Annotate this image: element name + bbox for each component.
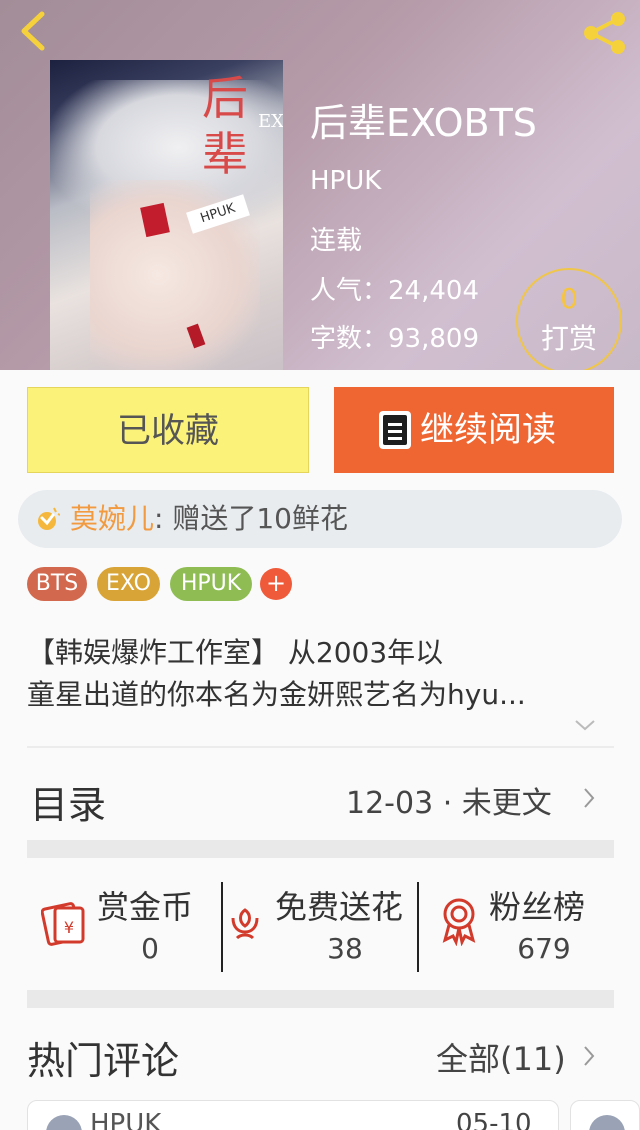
gift-user[interactable]: 莫婉儿 (70, 502, 154, 535)
chevron-right-icon (584, 1046, 595, 1066)
book-detail-content: 已收藏 继续阅读 莫婉儿: 赠送了10鲜花 BTS EXO HPUK + 【韩娱… (0, 370, 640, 1130)
stat-value: 38 (327, 932, 363, 965)
stat-value: 679 (517, 932, 571, 965)
cover-big-text: 后辈 (202, 71, 248, 181)
intro-line-2: 童星出道的你本名为金妍熙艺名为hyu... (27, 678, 526, 711)
red-envelope-icon: ¥ (41, 902, 85, 946)
comment-date: 05-10 (456, 1109, 532, 1130)
stat-fan-ranking[interactable]: 粉丝榜 679 (419, 862, 614, 982)
back-arrow-icon (21, 11, 45, 51)
gift-message: : 赠送了10鲜花 (154, 502, 348, 535)
collected-button[interactable]: 已收藏 (27, 387, 309, 473)
book-status: 连载 (310, 226, 363, 256)
medal-icon (442, 898, 476, 946)
stat-label: 粉丝榜 (489, 888, 586, 926)
reward-button[interactable]: 0 打赏 (516, 268, 622, 370)
add-tag-button[interactable]: + (260, 568, 292, 600)
intro-line-1: 【韩娱爆炸工作室】 从2003年以 (27, 636, 444, 669)
cover-letters: EXOBTS (258, 111, 283, 132)
svg-text:¥: ¥ (64, 918, 74, 937)
clap-icon (38, 507, 60, 530)
toc-update[interactable]: 12-03 · 未更文 (346, 778, 552, 822)
book-cover: 后辈 EXOBTS HPUK (50, 60, 283, 370)
book-popularity: 人气：24,404 (310, 270, 479, 307)
book-header: 后辈 EXOBTS HPUK 后辈EXOBTS HPUK 连载 人气：24,40… (0, 0, 640, 370)
reward-label: 打赏 (540, 322, 597, 355)
tag-hpuk[interactable]: HPUK (170, 567, 252, 601)
gift-notice[interactable]: 莫婉儿: 赠送了10鲜花 (18, 490, 622, 548)
tag-bts[interactable]: BTS (27, 567, 87, 601)
book-word-count: 字数：93,809 (310, 318, 479, 355)
words-label: 字数： (310, 324, 389, 354)
popularity-value: 24,404 (388, 276, 479, 306)
avatar[interactable] (46, 1115, 82, 1130)
stat-label: 赏金币 (97, 888, 194, 926)
popularity-label: 人气： (310, 276, 389, 306)
stat-label: 免费送花 (275, 888, 404, 926)
words-value: 93,809 (388, 324, 479, 354)
continue-reading-label: 继续阅读 (420, 410, 556, 450)
stat-free-flowers[interactable]: 免费送花 38 (223, 862, 417, 982)
comments-all-link[interactable]: 全部(11) (436, 1034, 566, 1080)
tag-exo[interactable]: EXO (97, 567, 160, 601)
share-icon (584, 12, 625, 54)
book-icon (379, 411, 411, 449)
divider (27, 746, 614, 748)
comment-user[interactable]: HPUK (90, 1109, 161, 1130)
comment-card[interactable]: HPUK 05-10 (27, 1100, 559, 1130)
toc-title[interactable]: 目录 (30, 774, 106, 829)
section-divider (27, 990, 614, 1008)
stat-value: 0 (141, 932, 159, 965)
flower-icon (231, 908, 259, 940)
book-intro[interactable]: 【韩娱爆炸工作室】 从2003年以 童星出道的你本名为金妍熙艺名为hyu... (27, 632, 617, 716)
expand-chevron-icon[interactable] (574, 718, 596, 732)
continue-reading-button[interactable]: 继续阅读 (334, 387, 614, 473)
avatar[interactable] (589, 1115, 625, 1130)
stats-row: ¥ 赏金币 0 免费送花 38 粉丝榜 679 (27, 862, 614, 992)
comment-card[interactable] (570, 1100, 640, 1130)
book-title: 后辈EXOBTS (310, 101, 537, 145)
reward-count: 0 (560, 282, 578, 315)
back-button[interactable] (14, 8, 54, 54)
chevron-right-icon (584, 788, 595, 808)
section-divider (27, 840, 614, 858)
book-author[interactable]: HPUK (310, 166, 381, 196)
comments-title: 热门评论 (27, 1039, 180, 1083)
share-button[interactable] (580, 10, 630, 56)
stat-reward-coins[interactable]: ¥ 赏金币 0 (27, 862, 222, 982)
